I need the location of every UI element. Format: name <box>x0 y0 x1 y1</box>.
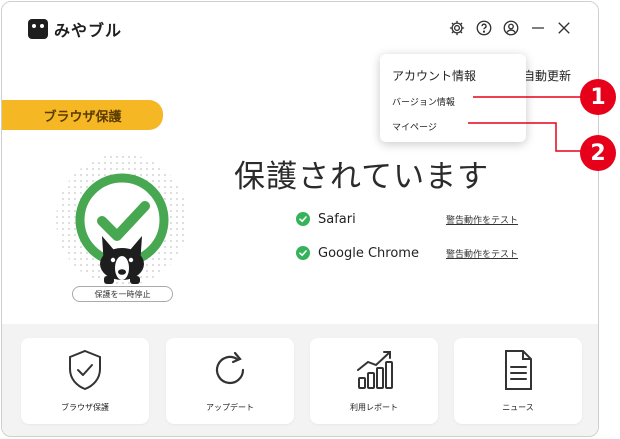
callout-badge-1: 1 <box>580 79 616 115</box>
callout-badge-2: 2 <box>580 135 616 171</box>
callout-lines <box>468 96 582 152</box>
